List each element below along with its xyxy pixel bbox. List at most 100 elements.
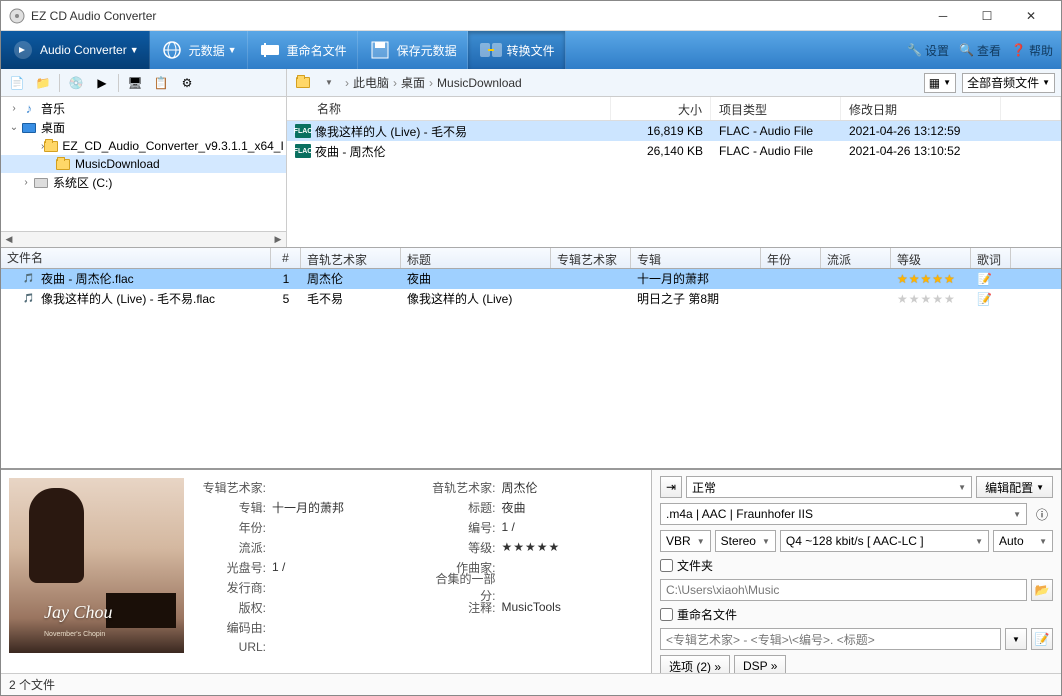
queue-body: 🎵夜曲 - 周杰伦.flac 1 周杰伦 夜曲 十一月的萧邦 ★★★★★ 📝 🎵… bbox=[1, 269, 1061, 319]
collapse-icon[interactable]: ⌄ bbox=[7, 122, 21, 133]
settings-link[interactable]: 🔧 设置 bbox=[907, 42, 949, 59]
tree-item-desktop[interactable]: ⌄ 桌面 bbox=[1, 118, 286, 137]
mode-icon-button[interactable]: ⇥ bbox=[660, 476, 682, 498]
qcol-file[interactable]: 文件名 bbox=[1, 248, 271, 268]
save-icon bbox=[368, 38, 392, 62]
breadcrumb-desktop[interactable]: 桌面 bbox=[401, 74, 425, 91]
tree-item-folder1[interactable]: › EZ_CD_Audio_Converter_v9.3.1.1_x64_I bbox=[1, 137, 286, 155]
col-type[interactable]: 项目类型 bbox=[711, 97, 841, 120]
file-row[interactable]: FLAC像我这样的人 (Live) - 毛不易 16,819 KB FLAC -… bbox=[287, 121, 1061, 141]
convert-icon bbox=[11, 38, 35, 62]
info-icon[interactable]: ⓘ bbox=[1031, 503, 1053, 525]
qcol-artist[interactable]: 音轨艺术家 bbox=[301, 248, 401, 268]
player-icon[interactable]: ▶ bbox=[92, 73, 112, 93]
qcol-title[interactable]: 标题 bbox=[401, 248, 551, 268]
bitrate-combo[interactable]: Q4 ~128 kbit/s [ AAC-LC ]▼ bbox=[780, 530, 989, 552]
auto-combo[interactable]: Auto▼ bbox=[993, 530, 1053, 552]
close-button[interactable]: ✕ bbox=[1009, 1, 1053, 31]
lyric-icon[interactable]: 📝 bbox=[971, 270, 1011, 288]
folder-icon bbox=[44, 138, 58, 154]
lyric-icon[interactable]: 📝 bbox=[971, 290, 1011, 308]
browse-folder-button[interactable]: 📂 bbox=[1031, 579, 1053, 601]
chevron-right-icon[interactable]: › bbox=[393, 76, 397, 90]
val-title[interactable]: 夜曲 bbox=[502, 499, 526, 516]
queue-row[interactable]: 🎵像我这样的人 (Live) - 毛不易.flac 5 毛不易 像我这样的人 (… bbox=[1, 289, 1061, 309]
chevron-right-icon[interactable]: › bbox=[429, 76, 433, 90]
tool2-icon[interactable]: 📋 bbox=[151, 73, 171, 93]
expand-icon[interactable]: › bbox=[7, 103, 21, 114]
tree-item-drive[interactable]: › 系统区 (C:) bbox=[1, 173, 286, 192]
view-mode-combo[interactable]: ▦ ▼ bbox=[924, 73, 956, 93]
lbl-genre: 流派: bbox=[194, 539, 272, 556]
nav-dropdown-icon[interactable]: ▼ bbox=[319, 73, 339, 93]
folder-path-input[interactable] bbox=[660, 579, 1027, 601]
edit-config-button[interactable]: 编辑配置 ▼ bbox=[976, 476, 1053, 498]
val-album[interactable]: 十一月的萧邦 bbox=[272, 499, 344, 516]
convert-files-button[interactable]: 转换文件 bbox=[468, 31, 566, 69]
breadcrumb-computer[interactable]: 此电脑 bbox=[353, 74, 389, 91]
mode-combo[interactable]: 正常▼ bbox=[686, 476, 972, 498]
folder-checkbox[interactable]: 文件夹 bbox=[660, 557, 713, 574]
rename-checkbox[interactable]: 重命名文件 bbox=[660, 606, 737, 623]
rename-label: 重命名文件 bbox=[287, 42, 347, 59]
folder-nav-icon[interactable] bbox=[293, 73, 313, 93]
qcol-rating[interactable]: 等级 bbox=[891, 248, 971, 268]
qcol-num[interactable]: # bbox=[271, 248, 301, 268]
scroll-left-icon[interactable]: ◀ bbox=[1, 232, 17, 247]
lbl-publisher: 发行商: bbox=[194, 579, 272, 596]
breadcrumb-folder[interactable]: MusicDownload bbox=[437, 76, 522, 90]
rename-icon bbox=[258, 38, 282, 62]
tree-item-music[interactable]: › ♪ 音乐 bbox=[1, 99, 286, 118]
rename-pattern-input[interactable] bbox=[660, 628, 1001, 650]
qcol-album[interactable]: 专辑 bbox=[631, 248, 761, 268]
format-combo[interactable]: .m4a | AAC | Fraunhofer IIS▼ bbox=[660, 503, 1027, 525]
titlebar: EZ CD Audio Converter ─ ☐ ✕ bbox=[1, 1, 1061, 31]
rating-stars[interactable]: ★★★★★ bbox=[891, 290, 971, 308]
save-metadata-label: 保存元数据 bbox=[397, 42, 457, 59]
val-discid[interactable]: 1 / bbox=[272, 560, 285, 574]
rating-stars[interactable]: ★★★★★ bbox=[891, 270, 971, 288]
dropdown-icon: ▼ bbox=[130, 45, 139, 55]
val-tracknum[interactable]: 1 / bbox=[502, 520, 515, 534]
qcol-genre[interactable]: 流派 bbox=[821, 248, 891, 268]
qcol-lyric[interactable]: 歌词 bbox=[971, 248, 1011, 268]
audio-icon: 🎵 bbox=[21, 272, 37, 286]
scroll-right-icon[interactable]: ▶ bbox=[270, 232, 286, 247]
file-filter-combo[interactable]: 全部音频文件 ▼ bbox=[962, 73, 1055, 93]
rating-stars[interactable]: ★★★★★ bbox=[502, 540, 561, 554]
tree-item-folder2[interactable]: MusicDownload bbox=[1, 155, 286, 173]
pattern-dropdown-button[interactable]: ▼ bbox=[1005, 628, 1027, 650]
save-metadata-button[interactable]: 保存元数据 bbox=[358, 31, 468, 69]
maximize-button[interactable]: ☐ bbox=[965, 1, 1009, 31]
add-file-icon[interactable]: 📄 bbox=[7, 73, 27, 93]
chevron-right-icon[interactable]: › bbox=[345, 76, 349, 90]
minimize-button[interactable]: ─ bbox=[921, 1, 965, 31]
val-tartist[interactable]: 周杰伦 bbox=[502, 479, 538, 496]
qcol-aartist[interactable]: 专辑艺术家 bbox=[551, 248, 631, 268]
expand-icon[interactable]: › bbox=[19, 177, 33, 188]
stereo-combo[interactable]: Stereo▼ bbox=[715, 530, 776, 552]
file-row[interactable]: FLAC夜曲 - 周杰伦 26,140 KB FLAC - Audio File… bbox=[287, 141, 1061, 161]
col-name[interactable]: 名称 bbox=[287, 97, 611, 120]
tool-icon[interactable]: 🖥 bbox=[125, 73, 145, 93]
ripper-icon[interactable]: 💿 bbox=[66, 73, 86, 93]
col-size[interactable]: 大小 bbox=[611, 97, 711, 120]
horizontal-scrollbar[interactable]: ◀ ▶ bbox=[1, 231, 286, 247]
vbr-combo[interactable]: VBR▼ bbox=[660, 530, 711, 552]
col-date[interactable]: 修改日期 bbox=[841, 97, 1001, 120]
pattern-edit-button[interactable]: 📝 bbox=[1031, 628, 1053, 650]
album-cover[interactable]: Jay Chou November's Chopin bbox=[9, 478, 184, 653]
tool3-icon[interactable]: ⚙ bbox=[177, 73, 197, 93]
audio-converter-button[interactable]: Audio Converter ▼ bbox=[1, 31, 150, 69]
metadata-button[interactable]: 元数据 ▼ bbox=[150, 31, 248, 69]
app-icon bbox=[9, 8, 25, 24]
queue-row[interactable]: 🎵夜曲 - 周杰伦.flac 1 周杰伦 夜曲 十一月的萧邦 ★★★★★ 📝 bbox=[1, 269, 1061, 289]
add-folder-icon[interactable]: 📁 bbox=[33, 73, 53, 93]
view-link[interactable]: 🔍 查看 bbox=[959, 42, 1001, 59]
output-panel: ⇥ 正常▼ 编辑配置 ▼ .m4a | AAC | Fraunhofer IIS… bbox=[651, 470, 1061, 673]
val-comment[interactable]: MusicTools bbox=[502, 600, 561, 614]
rename-button[interactable]: 重命名文件 bbox=[248, 31, 358, 69]
bottom-panel: Jay Chou November's Chopin 专辑艺术家: 专辑:十一月… bbox=[1, 468, 1061, 673]
qcol-year[interactable]: 年份 bbox=[761, 248, 821, 268]
help-link[interactable]: ❓ 帮助 bbox=[1011, 42, 1053, 59]
